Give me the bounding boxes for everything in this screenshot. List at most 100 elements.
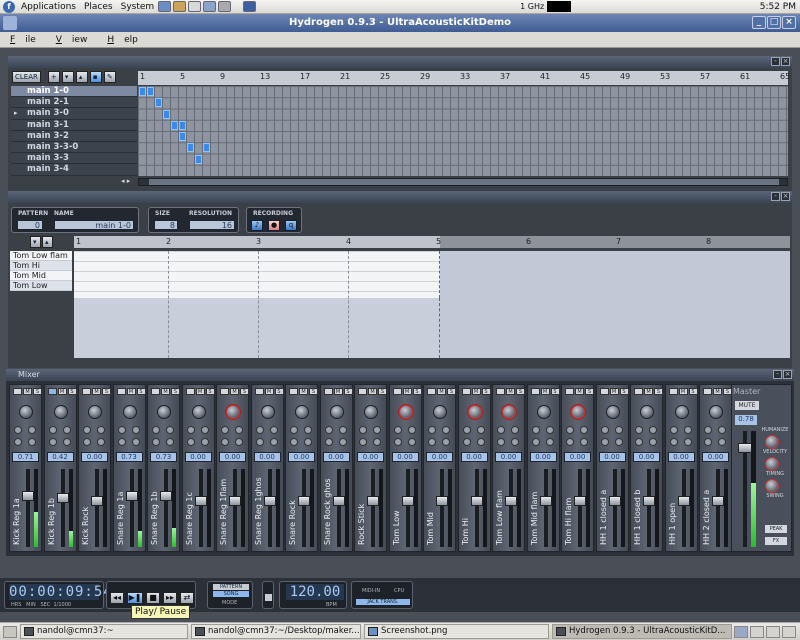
pan-knob[interactable]	[122, 405, 137, 419]
pan-knob[interactable]	[88, 405, 102, 419]
fader-track[interactable]	[647, 469, 651, 547]
fx-send-knob[interactable]	[497, 438, 505, 446]
fader-knob[interactable]	[574, 496, 586, 507]
fx-send-knob[interactable]	[152, 426, 160, 434]
fx-send-knob[interactable]	[407, 426, 416, 434]
fx-send-knob[interactable]	[373, 426, 381, 434]
clock[interactable]: 5:52 PM	[760, 2, 796, 12]
applications-menu[interactable]: Applications	[17, 2, 80, 12]
play-sample-icon[interactable]	[530, 388, 540, 395]
solo-button[interactable]: S	[688, 388, 698, 395]
fx-send-knob[interactable]	[14, 426, 22, 434]
fx-send-knob[interactable]	[97, 438, 105, 446]
fx-send-knob[interactable]	[407, 438, 416, 446]
mute-button[interactable]: M	[609, 388, 619, 395]
fx-send-knob[interactable]	[48, 426, 57, 434]
pattern-number[interactable]: 0	[17, 220, 43, 230]
pattern-row[interactable]: main 3-3-0	[11, 141, 137, 154]
fader-knob[interactable]	[539, 496, 552, 507]
pan-knob[interactable]	[640, 405, 654, 419]
fader-track[interactable]	[267, 469, 272, 547]
window-menu-icon[interactable]	[3, 16, 17, 30]
zoom-out-icon[interactable]: ▾	[30, 236, 41, 248]
fx-send-knob[interactable]	[442, 426, 450, 434]
note-properties-area[interactable]	[74, 298, 440, 358]
fader-knob[interactable]	[712, 496, 724, 507]
solo-button[interactable]: S	[723, 388, 732, 395]
swing-knob[interactable]	[765, 479, 779, 493]
fx-send-knob[interactable]	[462, 438, 471, 446]
fader-knob[interactable]	[229, 496, 241, 507]
play-sample-icon[interactable]	[668, 388, 678, 395]
mute-button[interactable]: M	[713, 388, 722, 395]
pattern-cell[interactable]	[171, 120, 178, 130]
fx-send-knob[interactable]	[97, 426, 105, 434]
pan-knob[interactable]	[571, 405, 585, 419]
timing-knob[interactable]	[765, 457, 779, 471]
draw-mode-icon[interactable]: ✎	[103, 71, 116, 83]
pattern-editor-titlebar[interactable]: - ×	[8, 191, 792, 203]
fader-knob[interactable]	[367, 496, 379, 507]
fx-send-knob[interactable]	[580, 438, 588, 446]
pattern-cell[interactable]	[179, 120, 186, 130]
instrument-row[interactable]: Tom Mid	[10, 271, 72, 281]
pattern-ruler[interactable]: 1 2 3 4 5 6 7 8	[74, 236, 790, 248]
fx-send-knob[interactable]	[531, 426, 540, 434]
fx-button[interactable]: FX	[765, 537, 787, 545]
pattern-cell[interactable]	[179, 132, 186, 141]
pan-knob[interactable]	[398, 405, 413, 419]
browser-launcher-icon[interactable]	[158, 1, 172, 12]
fx-send-knob[interactable]	[290, 426, 298, 434]
pattern-cell[interactable]	[147, 87, 154, 96]
pan-knob[interactable]	[295, 405, 309, 419]
zoom-in-icon[interactable]: ▴	[42, 236, 53, 248]
mute-button[interactable]: M	[126, 388, 136, 395]
note-grid[interactable]	[74, 251, 440, 298]
song-editor-titlebar[interactable]: - ×	[8, 56, 792, 68]
resolution-select[interactable]: 16	[189, 220, 235, 230]
fx-send-knob[interactable]	[683, 438, 692, 446]
solo-button[interactable]: S	[447, 388, 456, 395]
fx-send-knob[interactable]	[200, 426, 209, 434]
taskbar-item-active[interactable]: Hydrogen 0.9.3 - UltraAcousticKitD...	[552, 624, 732, 639]
fx-send-knob[interactable]	[255, 438, 264, 446]
pattern-cell[interactable]	[195, 154, 202, 164]
fx-send-knob[interactable]	[62, 438, 71, 446]
mute-button[interactable]: M	[333, 388, 343, 395]
solo-button[interactable]: S	[33, 388, 42, 395]
mute-button[interactable]: M	[57, 388, 67, 395]
size-select[interactable]: 8	[154, 220, 178, 230]
taskbar-item[interactable]: Screenshot.png	[364, 624, 549, 639]
fx-send-knob[interactable]	[428, 426, 436, 434]
maximize-icon[interactable]: □	[767, 16, 781, 29]
pattern-row[interactable]: ▸ main 3-0	[11, 108, 137, 120]
fx-send-knob[interactable]	[442, 438, 450, 446]
play-sample-icon[interactable]	[289, 388, 298, 395]
pattern-row[interactable]: main 3-1	[11, 119, 137, 131]
hear-notes-icon[interactable]: ♪	[251, 220, 263, 231]
window-titlebar[interactable]: Hydrogen 0.9.3 - UltraAcousticKitDemo _ …	[0, 14, 800, 32]
fx-send-knob[interactable]	[324, 426, 333, 434]
fader-track[interactable]	[440, 469, 444, 547]
fx-send-knob[interactable]	[48, 438, 57, 446]
solo-button[interactable]: S	[102, 388, 111, 395]
fx-send-knob[interactable]	[200, 438, 209, 446]
desktop-launcher-icon[interactable]	[243, 1, 257, 12]
play-sample-icon[interactable]	[703, 388, 712, 395]
instrument-row[interactable]: Tom Hi	[10, 261, 72, 271]
minimize-icon[interactable]: _	[752, 16, 766, 29]
fx-send-knob[interactable]	[235, 438, 243, 446]
master-fader-knob[interactable]	[738, 443, 752, 453]
fader-knob[interactable]	[643, 496, 655, 507]
fx-send-knob[interactable]	[269, 438, 278, 446]
velocity-knob[interactable]	[765, 435, 779, 449]
pan-knob[interactable]	[364, 405, 378, 419]
fader-track[interactable]	[26, 469, 30, 547]
mute-button[interactable]: M	[23, 388, 32, 395]
play-sample-icon[interactable]	[151, 388, 160, 395]
play-sample-icon[interactable]	[599, 388, 609, 395]
pan-knob[interactable]	[502, 405, 516, 419]
mute-button[interactable]: M	[678, 388, 688, 395]
fader-knob[interactable]	[470, 496, 483, 507]
fader-knob[interactable]	[194, 496, 207, 507]
